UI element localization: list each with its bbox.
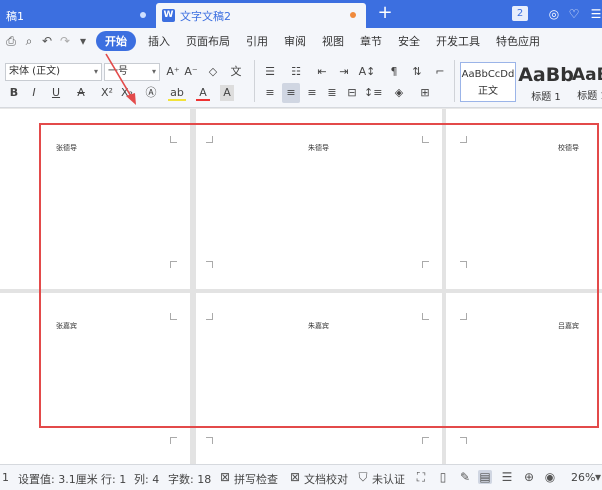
zoom-level[interactable]: 26% xyxy=(571,471,595,484)
arrow-head xyxy=(126,93,136,105)
web-view-icon[interactable]: ⊕ xyxy=(522,470,536,484)
annotation-arrow xyxy=(105,53,136,105)
arrow-shaft xyxy=(105,53,133,99)
pen-icon[interactable]: ✎ xyxy=(458,470,472,484)
document-proof-icon[interactable]: ⊠ xyxy=(288,470,302,484)
reading-mode-icon[interactable]: ▯ xyxy=(436,470,450,484)
certification-status[interactable]: 未认证 xyxy=(372,471,405,487)
status-bar: 1 设置值: 3.1厘米 行: 1 列: 4 字数: 18 ⊠ 拼写检查 ⊠ 文… xyxy=(0,464,602,490)
outline-view-icon[interactable]: ☰ xyxy=(500,470,514,484)
eye-protection-icon[interactable]: ◉ xyxy=(543,470,557,484)
document-proof-button[interactable]: 文档校对 xyxy=(304,471,348,487)
shield-icon[interactable]: ⛉ xyxy=(356,470,370,484)
page-view-icon[interactable]: ▤ xyxy=(478,470,492,484)
spell-check-button[interactable]: 拼写检查 xyxy=(234,471,278,487)
setting-value: 设置值: 3.1厘米 xyxy=(18,473,98,486)
page-number[interactable]: 1 xyxy=(2,471,9,484)
spell-check-icon[interactable]: ⊠ xyxy=(218,470,232,484)
column-indicator: 列: 4 xyxy=(134,473,160,486)
fullscreen-icon[interactable]: ⛶ xyxy=(414,470,428,484)
row-indicator: 行: 1 xyxy=(101,473,127,486)
zoom-dropdown-icon[interactable]: ▾ xyxy=(594,470,602,484)
wps-writer-window: 稿1 W 文字文稿2 + 2 ◎ ♡ ☰ ⎙ ⌕ ↶ ↷ ▾ 开始 插入 页面布… xyxy=(0,0,602,490)
word-count[interactable]: 字数: 18 xyxy=(168,471,211,487)
